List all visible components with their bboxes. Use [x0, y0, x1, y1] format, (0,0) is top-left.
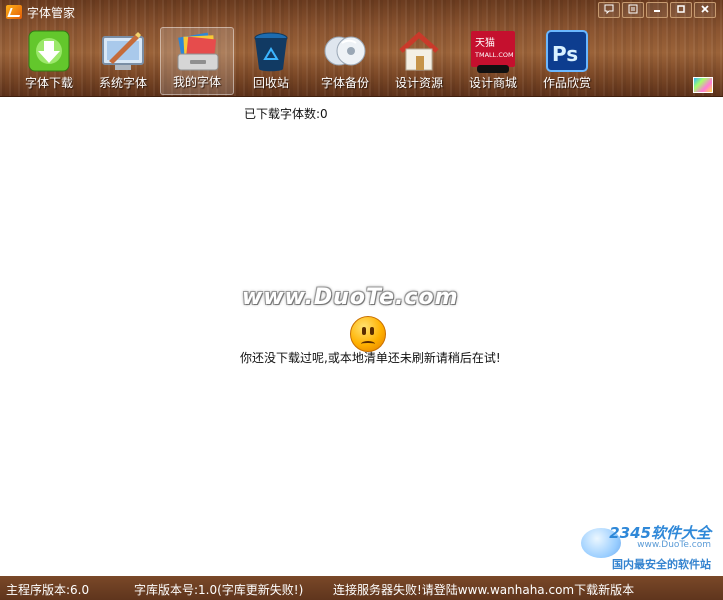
sad-face-icon: [350, 316, 386, 352]
tab-recycle-bin[interactable]: 回收站: [234, 27, 308, 95]
recycle-bin-icon: [247, 29, 295, 75]
download-count: 已下载字体数:0: [244, 107, 328, 121]
window-controls: [598, 2, 716, 18]
badge-url: www.DuoTe.com: [637, 540, 711, 550]
photoshop-icon: Ps: [543, 29, 591, 75]
svg-text:天猫: 天猫: [475, 36, 495, 49]
house-icon: [395, 29, 443, 75]
fonts-list-panel: 已下载字体数:0 www.DuoTe.com 你还没下载过呢,或本地清单还未刷新…: [0, 98, 723, 576]
disc-backup-icon: [321, 29, 369, 75]
site-badge: 2345软件大全 www.DuoTe.com 国内最安全的软件站: [579, 520, 719, 576]
tab-design-resources[interactable]: 设计资源: [382, 27, 456, 95]
badge-slogan: 国内最安全的软件站: [612, 558, 711, 571]
font-folder-icon: [174, 30, 222, 76]
tab-label: 字体下载: [24, 76, 73, 90]
monitor-brush-icon: [99, 29, 147, 75]
svg-text:Ps: Ps: [552, 42, 578, 66]
tab-gallery[interactable]: Ps 作品欣赏: [530, 27, 604, 95]
main-toolbar: 字体下载 系统字体 我的字体 回收站 字体备份 设计资源 天猫 TMALL.CO…: [12, 27, 604, 95]
tab-label: 回收站: [252, 76, 289, 90]
tab-label: 设计资源: [394, 76, 443, 90]
app-logo-icon: [6, 5, 22, 19]
status-bar: 主程序版本:6.0 字库版本号:1.0(字库更新失败!) 连接服务器失败!请登陆…: [0, 576, 723, 600]
tab-label: 系统字体: [98, 76, 147, 90]
empty-state-message: 你还没下载过呢,或本地清单还未刷新请稍后在试!: [240, 351, 501, 365]
title-bar: 字体管家: [0, 0, 723, 24]
maximize-button[interactable]: [670, 2, 692, 18]
window-title: 字体管家: [27, 6, 76, 20]
main-version: 主程序版本:6.0: [6, 583, 90, 597]
tab-label: 字体备份: [320, 76, 369, 90]
menu-icon[interactable]: [622, 2, 644, 18]
tab-my-fonts[interactable]: 我的字体: [160, 27, 234, 95]
tmall-icon: 天猫 TMALL.COM: [469, 29, 517, 75]
minimize-button[interactable]: [646, 2, 668, 18]
tab-font-backup[interactable]: 字体备份: [308, 27, 382, 95]
server-status-link[interactable]: 连接服务器失败!请登陆www.wanhaha.com下载新版本: [333, 581, 634, 598]
download-icon: [25, 29, 73, 75]
close-button[interactable]: [694, 2, 716, 18]
tab-label: 设计商城: [468, 76, 517, 90]
tab-font-download[interactable]: 字体下载: [12, 27, 86, 95]
tab-system-fonts[interactable]: 系统字体: [86, 27, 160, 95]
tab-label: 我的字体: [172, 75, 221, 89]
svg-text:TMALL.COM: TMALL.COM: [474, 51, 514, 59]
theme-skin-icon[interactable]: [693, 77, 713, 93]
library-version: 字库版本号:1.0(字库更新失败!): [134, 583, 304, 597]
tab-label: 作品欣赏: [542, 76, 591, 90]
watermark-text: www.DuoTe.com: [242, 285, 459, 310]
feedback-icon[interactable]: [598, 2, 620, 18]
tab-design-mall[interactable]: 天猫 TMALL.COM 设计商城: [456, 27, 530, 95]
header-panel: 字体管家 字体下载 系统字体 我的字体 回收站 字体备份 设计资源 天猫 TMA…: [0, 0, 723, 97]
